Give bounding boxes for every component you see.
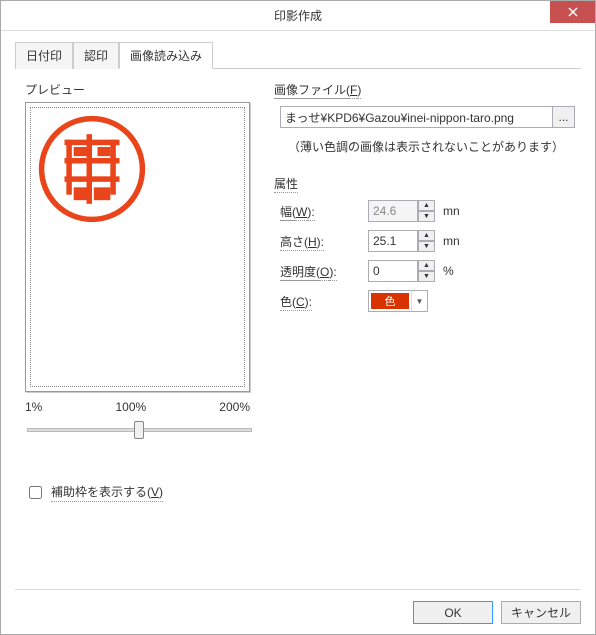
preview-label: プレビュー <box>25 81 260 98</box>
guide-checkbox-row: 補助枠を表示する(V) <box>25 483 260 502</box>
zoom-min-label: 1% <box>25 400 42 414</box>
stamp-image <box>37 114 147 224</box>
content-area: 日付印 認印 画像読み込み プレビュー <box>1 31 595 634</box>
titlebar: 印影作成 <box>1 1 595 31</box>
cancel-button[interactable]: キャンセル <box>501 601 581 624</box>
height-spin-up[interactable]: ▲ <box>418 230 435 241</box>
width-spin-up[interactable]: ▲ <box>418 200 435 211</box>
dialog-window: 印影作成 日付印 認印 画像読み込み プレビュー <box>0 0 596 635</box>
height-row: 高さ(H): ▲ ▼ mn <box>280 230 575 252</box>
file-path-input[interactable] <box>280 106 553 128</box>
preview-section: プレビュー <box>15 77 260 502</box>
width-spin-down[interactable]: ▼ <box>418 211 435 222</box>
opacity-spin-down[interactable]: ▼ <box>418 271 435 282</box>
opacity-label: 透明度(O): <box>280 263 360 280</box>
file-hint: （薄い色調の画像は表示されないことがあります） <box>288 138 573 155</box>
width-input <box>368 200 418 222</box>
preview-canvas <box>25 102 250 392</box>
opacity-spin-up[interactable]: ▲ <box>418 260 435 271</box>
close-button[interactable] <box>550 1 595 23</box>
width-spinner: ▲ ▼ <box>418 200 435 222</box>
width-unit: mn <box>443 204 460 218</box>
attributes-group-label: 属性 <box>274 175 581 192</box>
zoom-max-label: 200% <box>219 400 250 414</box>
opacity-row: 透明度(O): ▲ ▼ % <box>280 260 575 282</box>
width-label: 幅(W): <box>280 203 360 220</box>
file-group: 画像ファイル(F) ... （薄い色調の画像は表示されないことがあります） <box>274 81 581 155</box>
attributes-group: 属性 幅(W): ▲ ▼ mn 高さ(H): <box>274 175 581 312</box>
browse-button[interactable]: ... <box>553 106 575 128</box>
zoom-slider[interactable] <box>27 420 252 440</box>
width-row: 幅(W): ▲ ▼ mn <box>280 200 575 222</box>
tab-page-image: プレビュー <box>15 77 581 502</box>
color-dropdown[interactable]: 色 ▼ <box>368 290 428 312</box>
height-label: 高さ(H): <box>280 233 360 250</box>
tab-strip: 日付印 認印 画像読み込み <box>15 41 581 69</box>
zoom-labels: 1% 100% 200% <box>25 400 250 414</box>
opacity-spinner: ▲ ▼ <box>418 260 435 282</box>
separator <box>15 589 581 590</box>
zoom-slider-wrap <box>25 418 250 443</box>
file-group-label: 画像ファイル(F) <box>274 81 581 98</box>
zoom-mid-label: 100% <box>115 400 146 414</box>
color-label: 色(C): <box>280 293 360 310</box>
preview-guides <box>30 107 245 387</box>
tab-approval-stamp[interactable]: 認印 <box>73 42 119 69</box>
height-spin-down[interactable]: ▼ <box>418 241 435 252</box>
color-swatch: 色 <box>371 293 409 309</box>
guide-checkbox[interactable] <box>29 486 42 499</box>
settings-section: 画像ファイル(F) ... （薄い色調の画像は表示されないことがあります） 属性… <box>274 77 581 502</box>
height-input[interactable] <box>368 230 418 252</box>
opacity-unit: % <box>443 264 454 278</box>
dialog-buttons: OK キャンセル <box>413 601 581 624</box>
file-path-row: ... <box>280 106 575 128</box>
chevron-down-icon: ▼ <box>411 291 427 311</box>
tab-image-import[interactable]: 画像読み込み <box>119 42 213 69</box>
ok-button[interactable]: OK <box>413 601 493 624</box>
color-row: 色(C): 色 ▼ <box>280 290 575 312</box>
opacity-input[interactable] <box>368 260 418 282</box>
window-title: 印影作成 <box>274 7 322 24</box>
guide-checkbox-label[interactable]: 補助枠を表示する(V) <box>51 483 163 502</box>
tab-date-stamp[interactable]: 日付印 <box>15 42 73 69</box>
height-unit: mn <box>443 234 460 248</box>
height-spinner: ▲ ▼ <box>418 230 435 252</box>
